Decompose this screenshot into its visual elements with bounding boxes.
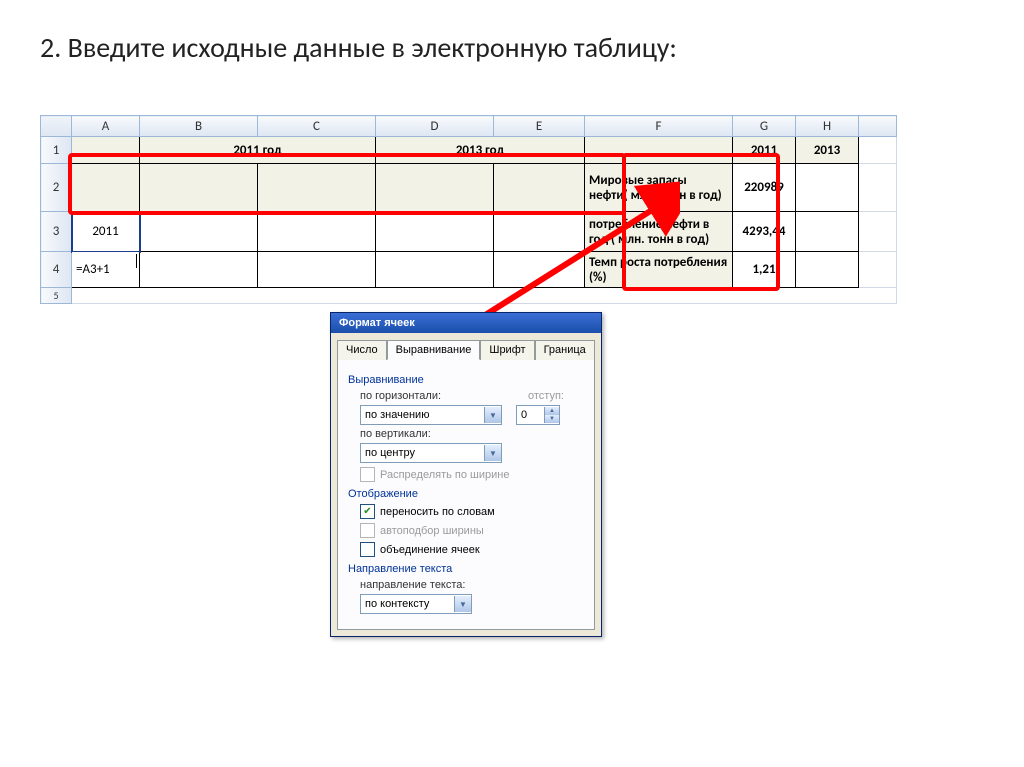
cell-I1[interactable] [859,137,897,164]
dialog-title: Формат ячеек [331,313,601,333]
combo-vertical-value: по центру [361,447,484,459]
cell-D2[interactable] [376,164,494,212]
label-horizontal: по горизонтали: [360,390,502,402]
spreadsheet[interactable]: A B C D E F G H 1 2011 год 2013 год 2011… [40,115,897,304]
cell-D3[interactable] [376,212,494,252]
col-header-G[interactable]: G [733,116,796,137]
select-all-corner[interactable] [41,116,72,137]
tab-alignment[interactable]: Выравнивание [387,340,481,360]
checkbox-autofit: автоподбор ширины [360,523,584,538]
chevron-down-icon[interactable]: ▼ [484,445,501,461]
spin-up-icon[interactable]: ▲ [544,407,559,415]
row-header-4[interactable]: 4 [41,252,72,288]
combo-horizontal[interactable]: по значению ▼ [360,405,502,425]
cell-G2[interactable]: 220989 [733,164,796,212]
checkbox-wrap-label: переносить по словам [380,506,495,518]
row-header-1[interactable]: 1 [41,137,72,164]
chevron-down-icon[interactable]: ▼ [454,596,471,612]
cell-C3[interactable] [258,212,376,252]
checkbox-icon [360,467,375,482]
combo-direction-value: по контексту [361,598,454,610]
checkbox-distribute-label: Распределять по ширине [380,469,509,481]
cell-D1-E1[interactable]: 2013 год [376,137,585,164]
row-header-5[interactable]: 5 [41,288,72,304]
col-header-E[interactable]: E [494,116,585,137]
cell-F2[interactable]: Мировые запасы нефти( млн. тонн в год) [585,164,733,212]
cell-A4[interactable]: =A3+1 [72,252,140,288]
group-display: Отображение [348,488,584,500]
label-indent: отступ: [528,390,564,402]
cell-B4[interactable] [140,252,258,288]
cell-H4[interactable] [796,252,859,288]
dialog-tabs: Число Выравнивание Шрифт Граница [331,333,601,359]
cell-H3[interactable] [796,212,859,252]
col-header-A[interactable]: A [72,116,140,137]
col-header-C[interactable]: C [258,116,376,137]
row-header-2[interactable]: 2 [41,164,72,212]
label-vertical: по вертикали: [360,428,584,440]
cell-F4[interactable]: Темп роста потребления (%) [585,252,733,288]
cell-D4[interactable] [376,252,494,288]
cell-F3[interactable]: потребление нефти в год ( млн. тонн в го… [585,212,733,252]
cell-E3[interactable] [494,212,585,252]
spreadsheet-area: A B C D E F G H 1 2011 год 2013 год 2011… [40,115,984,304]
cell-G4[interactable]: 1,21 [733,252,796,288]
checkbox-merge-label: объединение ячеек [380,544,480,556]
page-title: 2. Введите исходные данные в электронную… [40,30,984,65]
checkbox-icon: ✔ [360,504,375,519]
col-header-F[interactable]: F [585,116,733,137]
cell-A1[interactable] [72,137,140,164]
format-cells-dialog[interactable]: Формат ячеек Число Выравнивание Шрифт Гр… [330,312,602,637]
checkbox-autofit-label: автоподбор ширины [380,525,484,537]
cell-A2[interactable] [72,164,140,212]
tab-border[interactable]: Граница [535,340,595,360]
cell-G3[interactable]: 4293,44 [733,212,796,252]
cell-B3[interactable] [140,212,258,252]
cell-I3[interactable] [859,212,897,252]
cell-A3[interactable]: 2011 [72,212,140,252]
spin-down-icon[interactable]: ▼ [544,415,559,423]
cell-E4[interactable] [494,252,585,288]
group-alignment: Выравнивание [348,374,584,386]
combo-horizontal-value: по значению [361,409,484,421]
cell-A4-text: =A3+1 [76,262,110,277]
cell-H1[interactable]: 2013 [796,137,859,164]
checkbox-icon [360,542,375,557]
spin-indent-value: 0 [517,409,544,421]
cell-H2[interactable] [796,164,859,212]
tab-body: Выравнивание по горизонтали: по значению… [337,359,595,630]
col-header-B[interactable]: B [140,116,258,137]
row-header-3[interactable]: 3 [41,212,72,252]
cell-E2[interactable] [494,164,585,212]
checkbox-wrap[interactable]: ✔ переносить по словам [360,504,584,519]
combo-direction[interactable]: по контексту ▼ [360,594,472,614]
chevron-down-icon[interactable]: ▼ [484,407,501,423]
col-header-H[interactable]: H [796,116,859,137]
cell-I4[interactable] [859,252,897,288]
col-header-D[interactable]: D [376,116,494,137]
row-5-cells[interactable] [72,288,897,304]
group-direction: Направление текста [348,563,584,575]
checkbox-icon [360,523,375,538]
tab-font[interactable]: Шрифт [480,340,534,360]
cell-I2[interactable] [859,164,897,212]
cell-C2[interactable] [258,164,376,212]
col-header-extra[interactable] [859,116,897,137]
spin-indent[interactable]: 0 ▲ ▼ [516,405,560,425]
combo-vertical[interactable]: по центру ▼ [360,443,502,463]
checkbox-merge[interactable]: объединение ячеек [360,542,584,557]
cell-F1[interactable] [585,137,733,164]
cell-B1-C1[interactable]: 2011 год [140,137,376,164]
tab-number[interactable]: Число [337,340,387,360]
cell-G1[interactable]: 2011 [733,137,796,164]
label-direction: направление текста: [360,579,584,591]
checkbox-distribute: Распределять по ширине [360,467,584,482]
cell-C4[interactable] [258,252,376,288]
cell-B2[interactable] [140,164,258,212]
